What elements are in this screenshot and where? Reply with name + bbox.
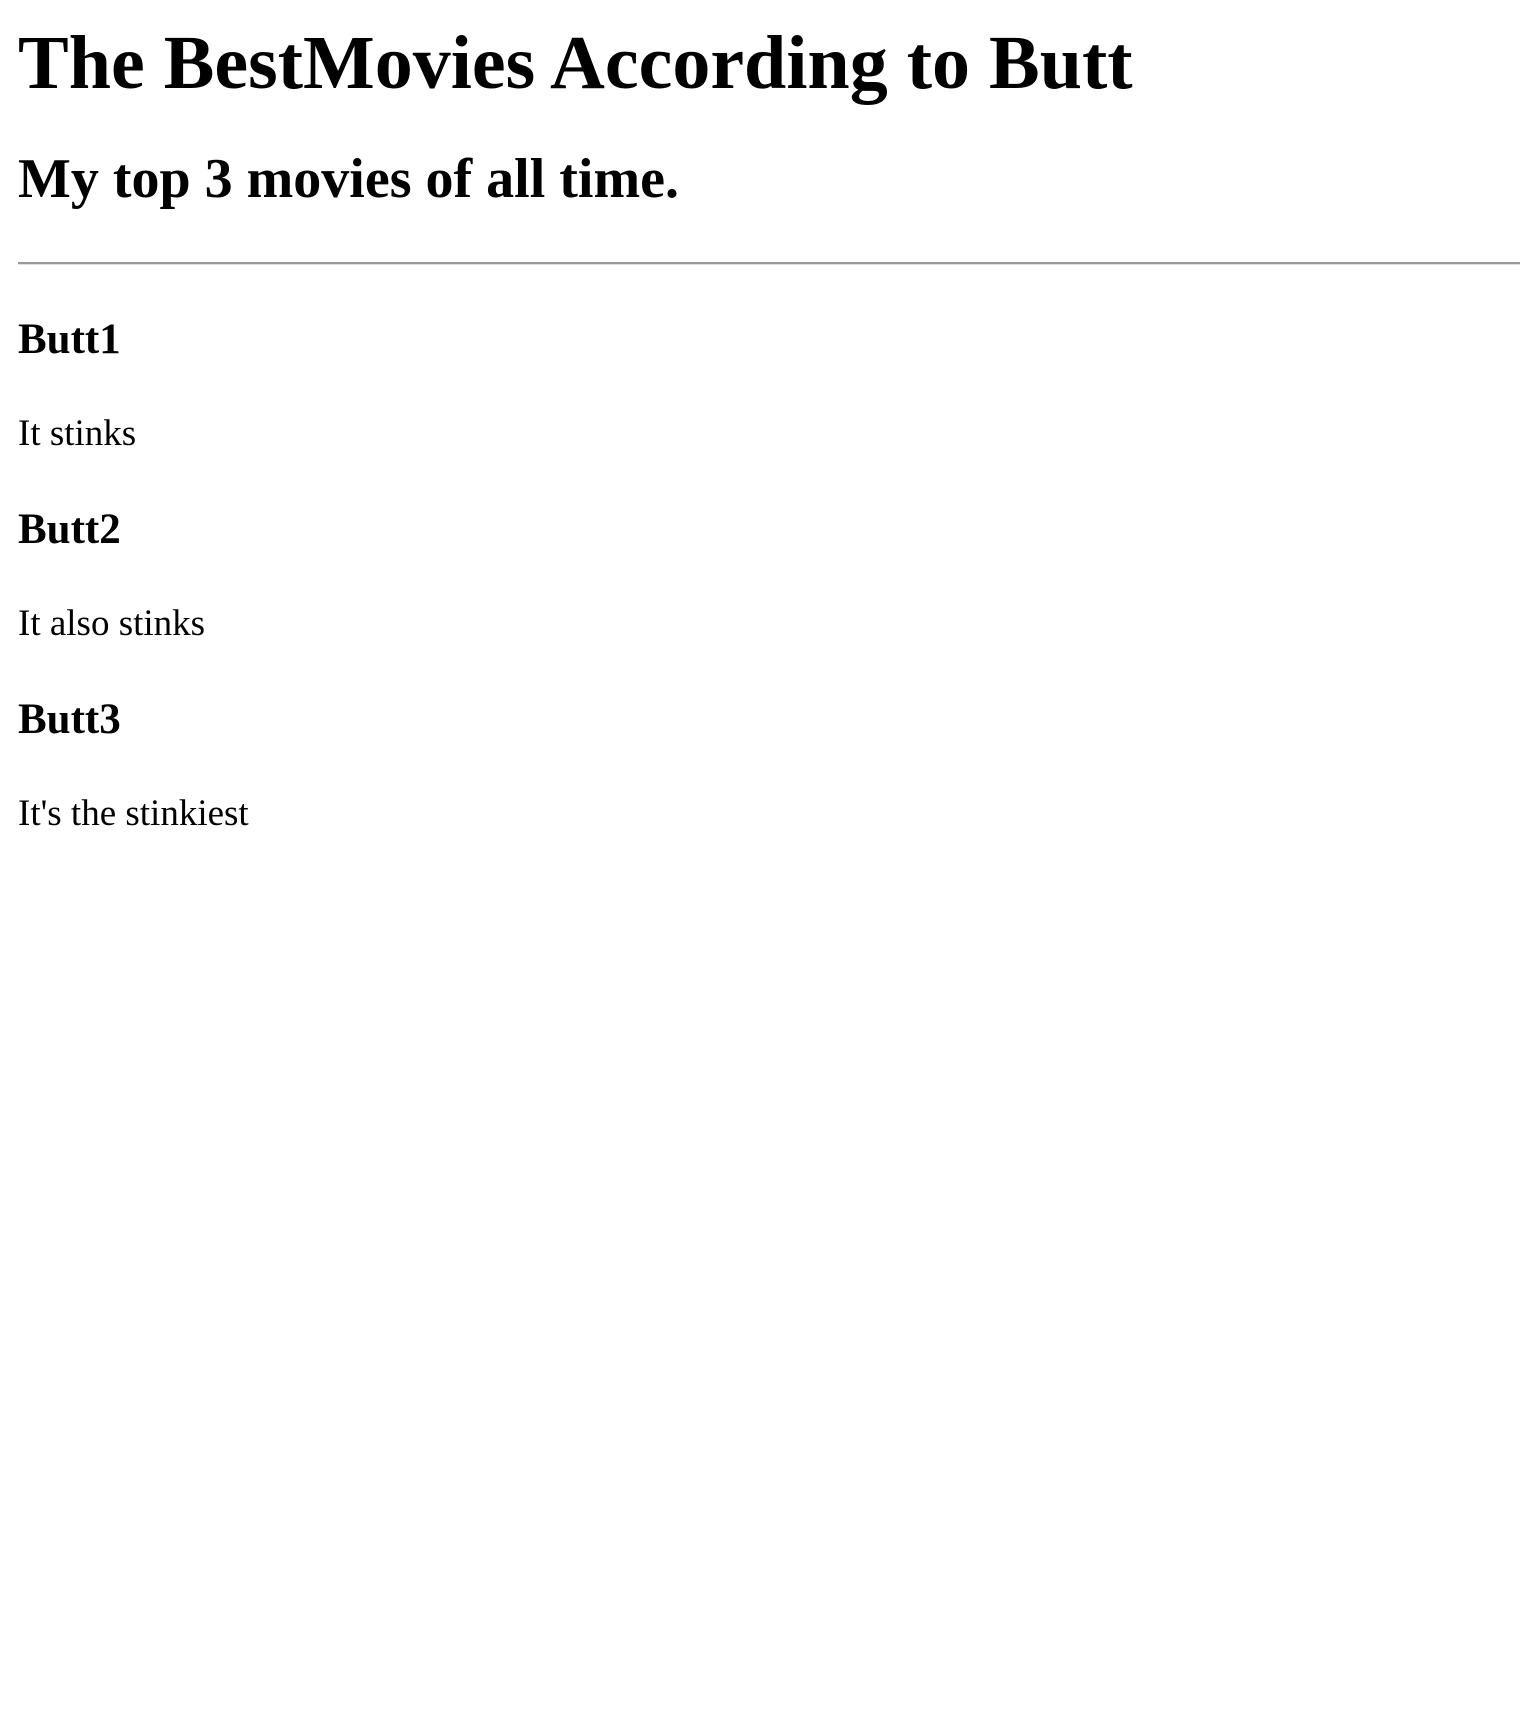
movie-title: Butt2 [18, 506, 121, 553]
movie-entry: Butt2 It also stinks [18, 505, 1516, 645]
movie-review: It's the stinkiest [18, 793, 249, 834]
page-title: The BestMovies According to Butt [18, 21, 1133, 105]
movie-title: Butt3 [18, 696, 121, 743]
movie-entry: Butt1 It stinks [18, 315, 1516, 455]
divider [18, 262, 1520, 265]
page-content: The BestMovies According to Butt My top … [0, 18, 1534, 835]
page-subtitle: My top 3 movies of all time. [18, 148, 679, 210]
movie-entry: Butt3 It's the stinkiest [18, 695, 1516, 835]
movie-title: Butt1 [18, 316, 121, 363]
movie-review: It also stinks [18, 603, 206, 644]
movie-review: It stinks [18, 413, 137, 454]
